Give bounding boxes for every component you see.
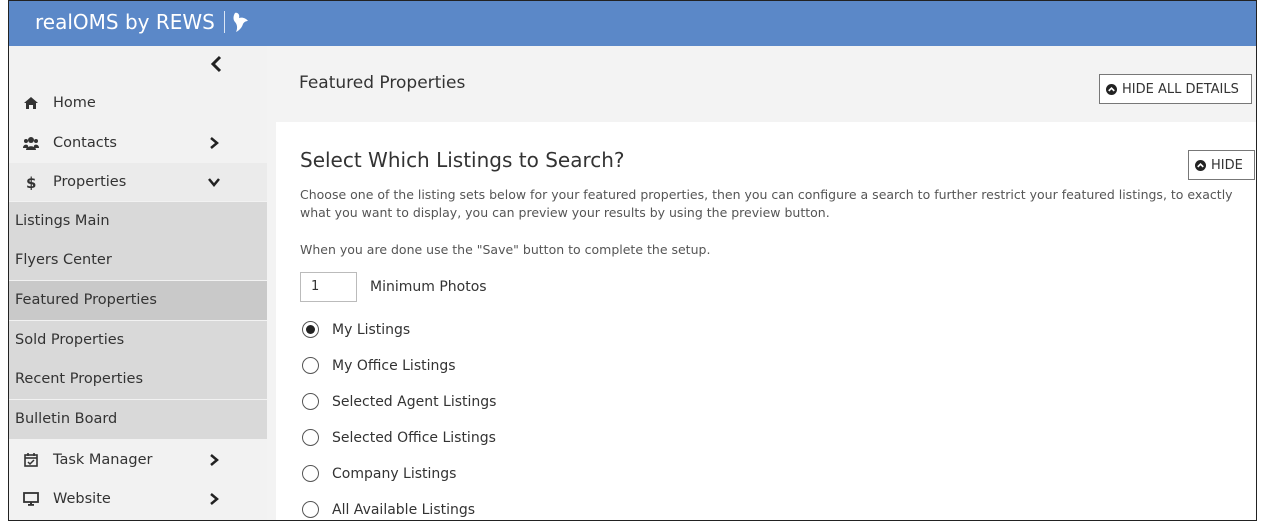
radio-button[interactable] — [302, 393, 319, 410]
top-bar: realOMS by REWS — [9, 1, 1256, 46]
radio-button[interactable] — [302, 501, 319, 518]
minimum-photos-row: 1 Minimum Photos — [300, 272, 487, 302]
radio-option-my-listings[interactable]: My Listings — [302, 321, 410, 338]
chevron-right-icon — [210, 493, 219, 505]
chevron-up-circle-icon — [1195, 159, 1206, 171]
radio-label: All Available Listings — [332, 501, 476, 518]
sidebar-item-label: Home — [53, 95, 96, 111]
radio-label: My Listings — [332, 321, 411, 338]
sidebar-subitem-flyers-center[interactable]: Flyers Center — [9, 241, 267, 280]
sidebar-item-properties[interactable]: $ Properties — [9, 163, 267, 201]
radio-option-company-listings[interactable]: Company Listings — [302, 465, 456, 482]
calendar-check-icon — [24, 453, 38, 467]
sidebar-subitem-sold-properties[interactable]: Sold Properties — [9, 321, 267, 360]
users-icon — [23, 137, 39, 150]
sidebar-item-task-manager[interactable]: Task Manager — [9, 441, 267, 479]
sidebar-subitem-recent-properties[interactable]: Recent Properties — [9, 360, 267, 399]
radio-label: Selected Agent Listings — [332, 393, 497, 410]
minimum-photos-label: Minimum Photos — [370, 279, 487, 295]
listing-selection-panel: Select Which Listings to Search? HIDE Ch… — [276, 122, 1256, 520]
chevron-right-icon — [210, 454, 219, 466]
rooster-logo-icon — [233, 12, 248, 32]
panel-title: Select Which Listings to Search? — [300, 148, 625, 172]
radio-label: My Office Listings — [332, 357, 456, 374]
hide-all-details-button[interactable]: HIDE ALL DETAILS — [1099, 74, 1252, 104]
main-content: Featured Properties HIDE ALL DETAILS Sel… — [267, 46, 1256, 520]
radio-button[interactable] — [302, 321, 319, 338]
panel-description: Choose one of the listing sets below for… — [300, 187, 1233, 220]
sidebar-subitem-featured-properties[interactable]: Featured Properties — [9, 281, 267, 320]
hide-all-details-label: HIDE ALL DETAILS — [1122, 81, 1239, 97]
dollar-icon: $ — [26, 174, 36, 190]
brand-name: realOMS by REWS — [35, 10, 215, 34]
radio-button[interactable] — [302, 429, 319, 446]
sidebar-item-label: Website — [53, 491, 111, 507]
sidebar-subitem-bulletin-board[interactable]: Bulletin Board — [9, 400, 267, 439]
home-icon — [24, 97, 38, 109]
sidebar-item-home[interactable]: Home — [9, 84, 267, 122]
radio-button[interactable] — [302, 465, 319, 482]
svg-text:$: $ — [26, 174, 36, 190]
radio-option-selected-office-listings[interactable]: Selected Office Listings — [302, 429, 496, 446]
save-instructions: When you are done use the "Save" button … — [300, 242, 711, 257]
sidebar-item-website[interactable]: Website — [9, 480, 267, 518]
brand-divider — [223, 11, 225, 33]
collapse-sidebar-icon[interactable] — [207, 54, 227, 74]
sidebar-item-label: Contacts — [53, 135, 117, 151]
chevron-right-icon — [210, 137, 219, 149]
sidebar: Home Contacts $ Properties Listings Main… — [9, 46, 267, 520]
radio-option-all-available-listings[interactable]: All Available Listings — [302, 501, 475, 518]
radio-option-selected-agent-listings[interactable]: Selected Agent Listings — [302, 393, 496, 410]
radio-button[interactable] — [302, 357, 319, 374]
sidebar-subitem-listings-main[interactable]: Listings Main — [9, 202, 267, 241]
radio-label: Company Listings — [332, 465, 457, 482]
chevron-up-circle-icon — [1106, 83, 1117, 95]
hide-label: HIDE — [1211, 157, 1243, 173]
app-window: realOMS by REWS Home Contacts $ Properti… — [8, 0, 1257, 521]
chevron-down-icon — [208, 178, 220, 187]
sidebar-item-label: Properties — [53, 174, 127, 190]
brand[interactable]: realOMS by REWS — [35, 8, 250, 36]
sidebar-item-label: Task Manager — [53, 452, 153, 468]
monitor-icon — [23, 492, 39, 506]
radio-option-my-office-listings[interactable]: My Office Listings — [302, 357, 456, 374]
radio-label: Selected Office Listings — [332, 429, 496, 446]
page-title: Featured Properties — [299, 73, 466, 93]
sidebar-item-contacts[interactable]: Contacts — [9, 124, 267, 162]
hide-button[interactable]: HIDE — [1188, 150, 1255, 180]
minimum-photos-input[interactable]: 1 — [300, 272, 357, 302]
